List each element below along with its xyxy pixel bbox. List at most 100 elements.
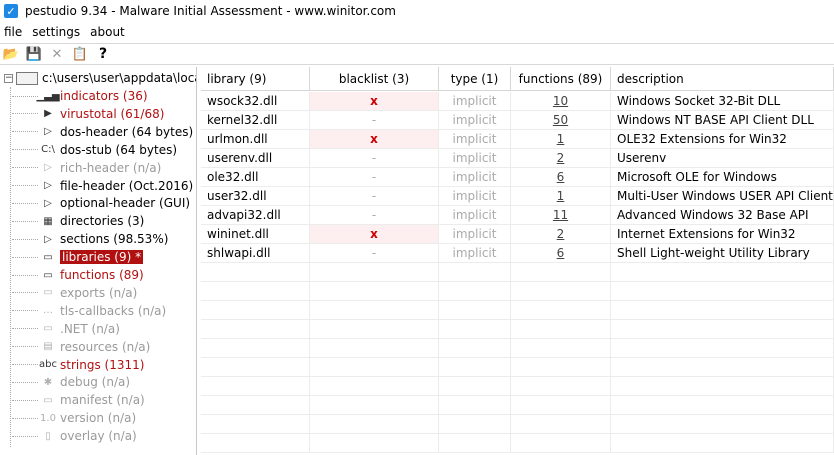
tree-connector — [12, 131, 38, 133]
type-cell: implicit — [439, 244, 511, 262]
table-row[interactable]: urlmon.dll x implicit 1 OLE32 Extensions for… — [201, 130, 834, 149]
tree-item[interactable]: ▤ resources (n/a) — [12, 338, 150, 356]
functions-count-link[interactable]: 1 — [557, 189, 565, 203]
tree-item[interactable]: ▷ sections (98.53%) — [12, 230, 168, 248]
tree-panel[interactable]: − c:\users\user\appdata\local\ ▁▃▅ indica… — [0, 67, 197, 455]
type-cell: implicit — [439, 187, 511, 205]
tree-item-label: version (n/a) — [60, 411, 137, 426]
empty-cell — [611, 339, 834, 357]
column-header-blacklist[interactable]: blacklist (3) — [310, 67, 439, 91]
functions-count-link[interactable]: 50 — [553, 113, 568, 127]
tree-connector — [12, 95, 38, 97]
collapse-icon[interactable]: − — [4, 73, 13, 83]
library-cell: advapi32.dll — [201, 206, 310, 224]
functions-count-link[interactable]: 11 — [553, 208, 568, 222]
type-cell: implicit — [439, 168, 511, 186]
tree-item[interactable]: ▭ functions (89) — [12, 266, 144, 284]
functions-cell: 6 — [511, 244, 611, 262]
libraries-table: library (9) blacklist (3) type (1) funct… — [201, 67, 834, 455]
empty-cell — [310, 415, 439, 433]
tree-connector — [12, 399, 38, 401]
tree-item[interactable]: ▷ dos-header (64 bytes) — [12, 123, 193, 141]
functions-count-link[interactable]: 2 — [557, 151, 565, 165]
functions-icon: ▭ — [43, 269, 53, 281]
tree-root[interactable]: − c:\users\user\appdata\local\ — [4, 69, 196, 87]
save-icon[interactable]: 💾 — [26, 46, 42, 62]
tree-item[interactable]: ▭ .NET (n/a) — [12, 320, 120, 338]
functions-count-link[interactable]: 1 — [557, 132, 565, 146]
description-cell: Userenv — [611, 149, 834, 167]
help-icon[interactable]: ? — [95, 46, 111, 62]
functions-count-link[interactable]: 2 — [557, 227, 565, 241]
tree-item[interactable]: ▭ libraries (9) * — [12, 248, 144, 266]
tree-item[interactable]: abc strings (1311) — [12, 356, 144, 374]
blacklist-cell: x — [310, 92, 439, 110]
tree-item[interactable]: ▯ overlay (n/a) — [12, 427, 137, 445]
open-folder-icon[interactable]: 📂 — [3, 46, 19, 62]
empty-cell — [310, 358, 439, 376]
empty-cell — [201, 415, 310, 433]
resources-icon: ▤ — [43, 341, 53, 353]
tree-item[interactable]: … tls-callbacks (n/a) — [12, 302, 166, 320]
table-row[interactable]: wininet.dll x implicit 2 Internet Extensions… — [201, 225, 834, 244]
executable-file-icon — [16, 71, 38, 85]
empty-cell — [611, 301, 834, 319]
column-header-type[interactable]: type (1) — [439, 67, 511, 91]
tree-item[interactable]: C:\ dos-stub (64 bytes) — [12, 141, 177, 159]
tree-item[interactable]: ▶ virustotal (61/68) — [12, 105, 164, 123]
table-row[interactable]: shlwapi.dll - implicit 6 Shell Light-weight … — [201, 244, 834, 263]
tree-item-label: .NET (n/a) — [60, 321, 120, 336]
empty-cell — [439, 263, 511, 281]
tree-item[interactable]: ▭ manifest (n/a) — [12, 391, 145, 409]
table-row[interactable]: kernel32.dll - implicit 50 Windows NT BASE A… — [201, 111, 834, 130]
tree-item-label: directories (3) — [60, 214, 145, 229]
tree-item-label: manifest (n/a) — [60, 393, 145, 408]
empty-cell — [611, 263, 834, 281]
tree-item-label: file-header (Oct.2016) — [60, 178, 194, 193]
description-cell: OLE32 Extensions for Win32 — [611, 130, 834, 148]
tree-item[interactable]: ▦ directories (3) — [12, 212, 144, 230]
library-cell: userenv.dll — [201, 149, 310, 167]
tree-item[interactable]: ▭ exports (n/a) — [12, 284, 137, 302]
tree-connector — [12, 202, 38, 204]
empty-cell — [511, 301, 611, 319]
tree-item[interactable]: ▁▃▅ indicators (36) — [12, 87, 148, 105]
table-row[interactable]: ole32.dll - implicit 6 Microsoft OLE for Win… — [201, 168, 834, 187]
library-cell: kernel32.dll — [201, 111, 310, 129]
functions-cell: 2 — [511, 225, 611, 243]
tree-connector — [12, 113, 38, 115]
column-header-functions[interactable]: functions (89) — [511, 67, 611, 91]
empty-table-row — [201, 282, 834, 301]
tree-item-label: sections (98.53%) — [60, 232, 169, 247]
column-header-library[interactable]: library (9) — [201, 67, 310, 91]
table-row[interactable]: wsock32.dll x implicit 10 Windows Socket 32-… — [201, 92, 834, 111]
tree-connector — [12, 381, 38, 383]
blacklist-cell: x — [310, 225, 439, 243]
empty-cell — [511, 320, 611, 338]
clipboard-icon[interactable]: 📋 — [72, 46, 88, 62]
expand-arrow-icon: ▷ — [44, 197, 52, 209]
menu-file[interactable]: file — [0, 25, 27, 39]
column-header-description[interactable]: description — [611, 67, 834, 91]
empty-cell — [201, 301, 310, 319]
tree-item[interactable]: ▷ rich-header (n/a) — [12, 159, 161, 177]
table-row[interactable]: userenv.dll - implicit 2 Userenv — [201, 149, 834, 168]
functions-count-link[interactable]: 10 — [553, 94, 568, 108]
menu-about[interactable]: about — [85, 25, 130, 39]
menu-settings[interactable]: settings — [27, 25, 85, 39]
type-cell: implicit — [439, 206, 511, 224]
title-bar: ✓ pestudio 9.34 - Malware Initial Assess… — [0, 0, 834, 22]
tree-item[interactable]: ▷ file-header (Oct.2016) — [12, 177, 193, 195]
tree-item[interactable]: 1.0 version (n/a) — [12, 409, 136, 427]
functions-count-link[interactable]: 6 — [557, 246, 565, 260]
table-row[interactable]: advapi32.dll - implicit 11 Advanced Windows … — [201, 206, 834, 225]
close-icon[interactable]: ✕ — [49, 46, 65, 62]
tree-item[interactable]: ▷ optional-header (GUI) — [12, 194, 190, 212]
empty-cell — [310, 301, 439, 319]
functions-count-link[interactable]: 6 — [557, 170, 565, 184]
table-row[interactable]: user32.dll - implicit 1 Multi-User Windows U… — [201, 187, 834, 206]
tree-item[interactable]: ✱ debug (n/a) — [12, 373, 130, 391]
description-cell: Multi-User Windows USER API Client DLL — [611, 187, 834, 205]
tree-connector — [12, 328, 38, 330]
overlay-icon: ▯ — [45, 430, 51, 442]
